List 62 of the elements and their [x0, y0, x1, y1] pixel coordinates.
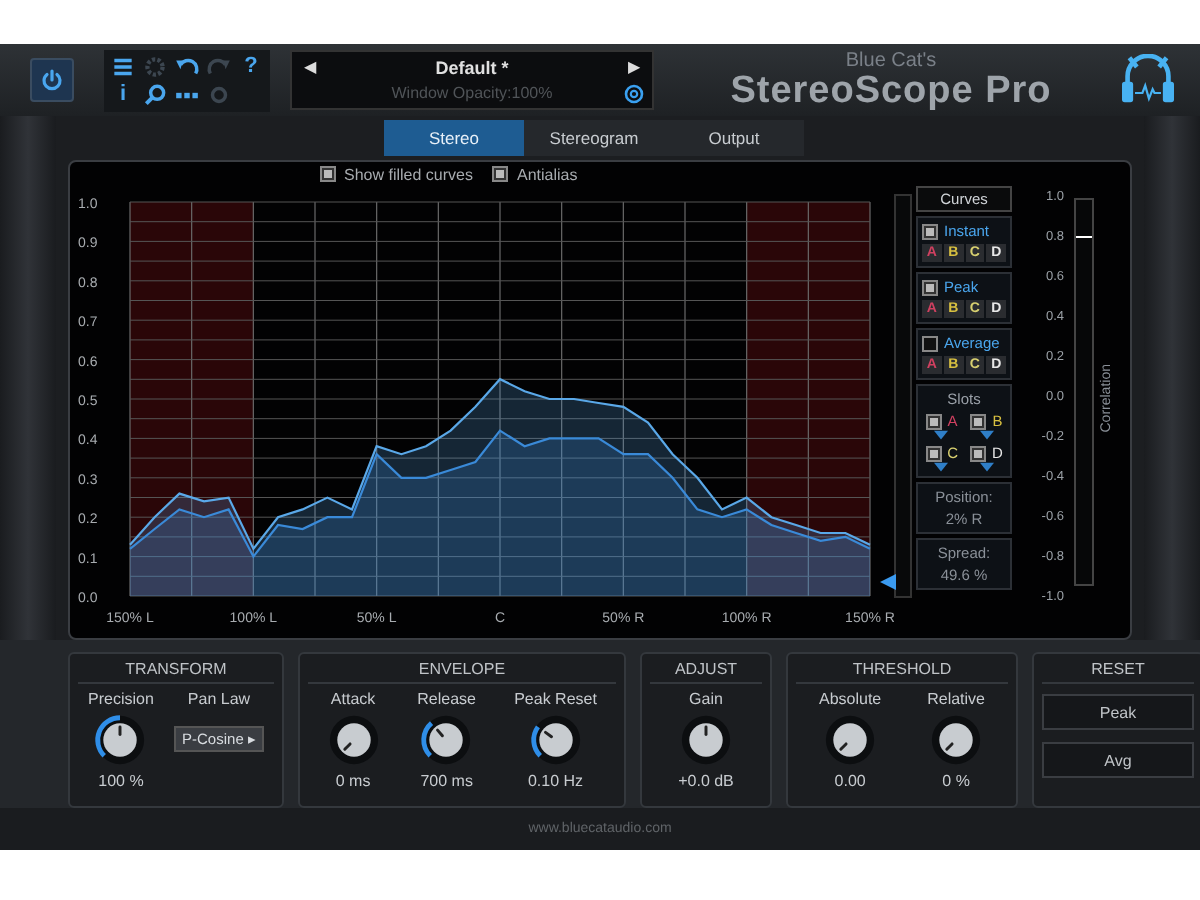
reset-button[interactable]: Peak: [1042, 694, 1194, 730]
knob-label: Relative: [927, 690, 985, 708]
dropdown-arrow-icon[interactable]: [934, 462, 949, 472]
help-button[interactable]: ?: [236, 53, 266, 79]
undo-icon[interactable]: [174, 53, 200, 79]
checkbox[interactable]: [925, 445, 942, 461]
checkbox[interactable]: [970, 413, 987, 429]
search-icon[interactable]: [142, 81, 168, 107]
checkbox[interactable]: [970, 445, 986, 461]
tab[interactable]: Stereogram: [524, 120, 664, 156]
product-title: StereoScope Pro: [730, 71, 1052, 111]
dropdown-arrow-icon[interactable]: [979, 462, 994, 472]
knob[interactable]: [420, 714, 473, 766]
dropdown-arrow-icon[interactable]: [979, 430, 994, 440]
brand-maker: Blue Cat's: [845, 49, 937, 71]
knob[interactable]: [824, 714, 877, 766]
dropdown-arrow-icon[interactable]: [934, 430, 949, 440]
tab[interactable]: Output: [664, 120, 804, 156]
knob[interactable]: [930, 714, 983, 766]
tab[interactable]: Stereo: [384, 120, 524, 156]
section-title: ADJUST: [650, 654, 762, 684]
knob[interactable]: [94, 714, 147, 766]
section-title: RESET: [1042, 654, 1194, 684]
headphones-logo-icon: [1120, 54, 1176, 106]
section-title: TRANSFORM: [78, 654, 274, 684]
menu-icon[interactable]: [110, 53, 136, 79]
knob-label: Gain: [689, 690, 723, 708]
knob-label: Attack: [330, 690, 376, 708]
checkbox[interactable]: [492, 166, 509, 182]
checkbox[interactable]: [925, 413, 942, 429]
power-icon: [40, 68, 64, 92]
knob-value: 0 ms: [335, 772, 371, 790]
dropdown-label: Pan Law: [187, 690, 251, 708]
knob[interactable]: [529, 714, 582, 766]
triangle-handle-icon[interactable]: [880, 574, 896, 590]
previous-preset-button[interactable]: ◀: [300, 58, 320, 76]
next-preset-button[interactable]: ▶: [624, 58, 644, 76]
checkbox[interactable]: [922, 223, 938, 239]
knob-value: 0.10 Hz: [527, 772, 584, 790]
preset-name: Default *: [433, 57, 511, 77]
knob-label: Peak Reset: [514, 690, 597, 708]
checkbox-label[interactable]: Show filled curves: [344, 165, 473, 183]
info-button[interactable]: i: [108, 81, 138, 107]
knob-value: 700 ms: [420, 772, 473, 790]
checkbox[interactable]: [922, 335, 938, 351]
section-title: ENVELOPE: [308, 654, 616, 684]
knob-value: +0.0 dB: [678, 772, 734, 790]
knob-value: 0 %: [942, 772, 970, 790]
knob-value: 0.00: [834, 772, 866, 790]
power-button[interactable]: [30, 58, 74, 102]
checkbox-label[interactable]: Antialias: [516, 165, 578, 183]
knob[interactable]: [680, 714, 732, 766]
knob[interactable]: [327, 714, 380, 766]
checkbox[interactable]: [320, 166, 336, 182]
knob-label: Precision: [88, 690, 154, 708]
knob-value: 100 %: [98, 772, 144, 790]
section-title: THRESHOLD: [796, 654, 1008, 684]
status-text: Window Opacity:100%: [389, 84, 555, 102]
checkbox[interactable]: [922, 279, 938, 295]
knob-label: Absolute: [818, 690, 882, 708]
knob-label: Release: [417, 690, 476, 708]
reset-button[interactable]: Avg: [1042, 742, 1194, 778]
